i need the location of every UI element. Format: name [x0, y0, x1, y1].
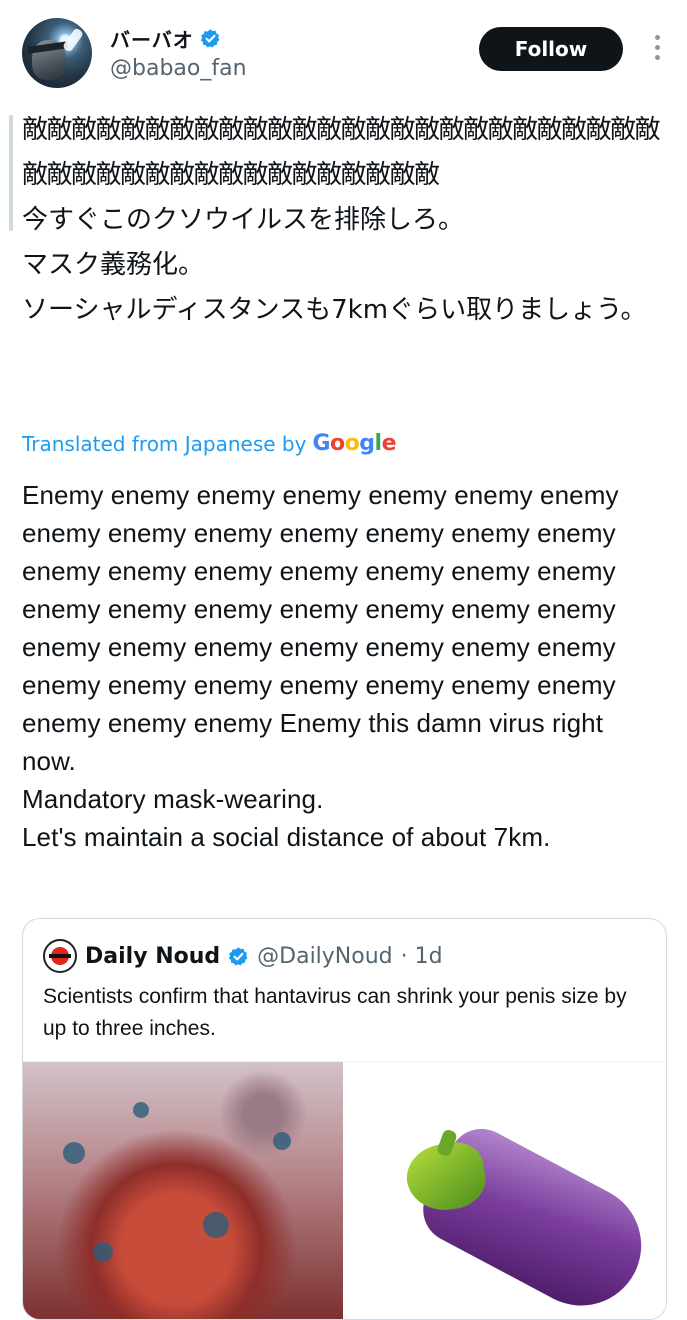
- virus-image[interactable]: [23, 1062, 343, 1319]
- quoted-post-text: Scientists confirm that hantavirus can s…: [43, 985, 627, 1040]
- quoted-post[interactable]: Daily Noud @DailyNoud · 1d Scientists co…: [22, 918, 667, 1320]
- translation-attribution[interactable]: Translated from Japanese by Google: [22, 431, 397, 456]
- quoted-post-header: Daily Noud @DailyNoud · 1d: [43, 939, 443, 973]
- google-logo-icon: Google: [312, 431, 396, 456]
- translated-post-text: Enemy enemy enemy enemy enemy enemy enem…: [22, 480, 619, 852]
- translated-label: Translated from Japanese by: [22, 431, 307, 456]
- author-handle[interactable]: @babao_fan: [110, 56, 247, 81]
- verified-badge-icon: [200, 29, 220, 48]
- original-text-enemies: 敵敵敵敵敵敵敵敵敵敵敵敵敵敵敵敵敵敵敵敵敵敵敵敵敵敵敵敵敵敵敵敵敵敵敵敵敵敵敵敵…: [22, 115, 661, 190]
- author-avatar[interactable]: [22, 18, 92, 88]
- quoted-author-handle[interactable]: @DailyNoud: [257, 944, 393, 969]
- post-header: バーバオ @babao_fan Follow: [22, 18, 665, 90]
- more-options-icon[interactable]: [649, 32, 665, 62]
- original-post-text: 敵敵敵敵敵敵敵敵敵敵敵敵敵敵敵敵敵敵敵敵敵敵敵敵敵敵敵敵敵敵敵敵敵敵敵敵敵敵敵敵…: [22, 108, 672, 333]
- quoted-post-media: [23, 1061, 666, 1319]
- eggplant-image[interactable]: [345, 1062, 666, 1319]
- follow-button[interactable]: Follow: [479, 27, 623, 71]
- author-display-name[interactable]: バーバオ: [110, 24, 194, 53]
- quoted-post-time: · 1d: [400, 943, 443, 969]
- avatar-flare: [62, 27, 84, 53]
- quoted-author-avatar[interactable]: [43, 939, 77, 973]
- quoted-author-name[interactable]: Daily Noud: [85, 944, 220, 969]
- verified-badge-icon: [228, 946, 248, 966]
- text-scrollbar[interactable]: [9, 115, 13, 231]
- avatar-bar: [49, 954, 71, 958]
- name-row: バーバオ: [110, 24, 221, 53]
- original-text-rest: 今すぐこのクソウイルスを排除しろ。 マスク義務化。 ソーシャルディスタンスも7k…: [22, 205, 647, 325]
